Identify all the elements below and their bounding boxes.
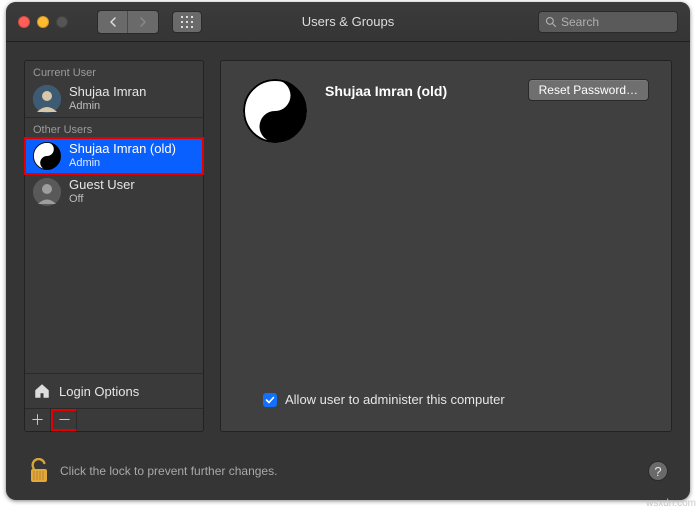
- sidebar-other-user-selected[interactable]: Shujaa Imran (old) Admin: [25, 138, 203, 174]
- minimize-window-button[interactable]: [37, 16, 49, 28]
- lock-hint-text: Click the lock to prevent further change…: [60, 464, 277, 478]
- sidebar-guest-user[interactable]: Guest User Off: [25, 174, 203, 210]
- avatar: [33, 178, 61, 206]
- yin-yang-icon: [243, 79, 307, 143]
- window-controls: [18, 16, 68, 28]
- avatar: [33, 85, 61, 113]
- user-name: Shujaa Imran: [69, 85, 146, 100]
- reset-password-button[interactable]: Reset Password…: [528, 79, 649, 101]
- allow-admin-checkbox[interactable]: [263, 393, 277, 407]
- show-all-button[interactable]: [172, 11, 202, 33]
- search-field[interactable]: [538, 11, 678, 33]
- user-detail-panel: Shujaa Imran (old) Reset Password… Allow…: [220, 60, 672, 432]
- user-role: Admin: [69, 157, 176, 170]
- user-role: Admin: [69, 100, 146, 113]
- allow-admin-label: Allow user to administer this computer: [285, 392, 505, 407]
- lock-footer: Click the lock to prevent further change…: [28, 458, 668, 484]
- sidebar-current-user[interactable]: Shujaa Imran Admin: [25, 81, 203, 117]
- login-options-label: Login Options: [59, 384, 139, 399]
- lock-icon[interactable]: [28, 458, 50, 484]
- help-button[interactable]: ?: [648, 461, 668, 481]
- current-user-section-label: Current User: [25, 61, 203, 81]
- users-sidebar: Current User Shujaa Imran Admin Other Us…: [24, 60, 204, 432]
- nav-arrows: [97, 10, 159, 34]
- yin-yang-icon: [33, 142, 61, 170]
- avatar: [33, 142, 61, 170]
- content-area: Current User Shujaa Imran Admin Other Us…: [6, 42, 690, 450]
- remove-user-button[interactable]: －: [51, 409, 77, 431]
- login-options-row[interactable]: Login Options: [25, 373, 203, 408]
- user-name: Guest User: [69, 178, 135, 193]
- forward-button[interactable]: [128, 11, 158, 33]
- back-button[interactable]: [98, 11, 128, 33]
- user-role: Off: [69, 193, 135, 206]
- user-name: Shujaa Imran (old): [69, 142, 176, 157]
- add-remove-bar: ＋ －: [25, 408, 203, 431]
- zoom-window-button[interactable]: [56, 16, 68, 28]
- preferences-window: Users & Groups Current User Shujaa Imran…: [6, 2, 690, 500]
- allow-admin-row[interactable]: Allow user to administer this computer: [243, 392, 649, 413]
- close-window-button[interactable]: [18, 16, 30, 28]
- search-icon: [545, 16, 557, 28]
- house-icon: [33, 382, 51, 400]
- watermark: wsxdn.com: [646, 498, 696, 509]
- titlebar: Users & Groups: [6, 2, 690, 42]
- search-input[interactable]: [561, 15, 671, 29]
- user-avatar-large[interactable]: [243, 79, 307, 143]
- add-user-button[interactable]: ＋: [25, 409, 51, 431]
- user-display-name: Shujaa Imran (old): [325, 79, 510, 99]
- other-users-section-label: Other Users: [25, 118, 203, 138]
